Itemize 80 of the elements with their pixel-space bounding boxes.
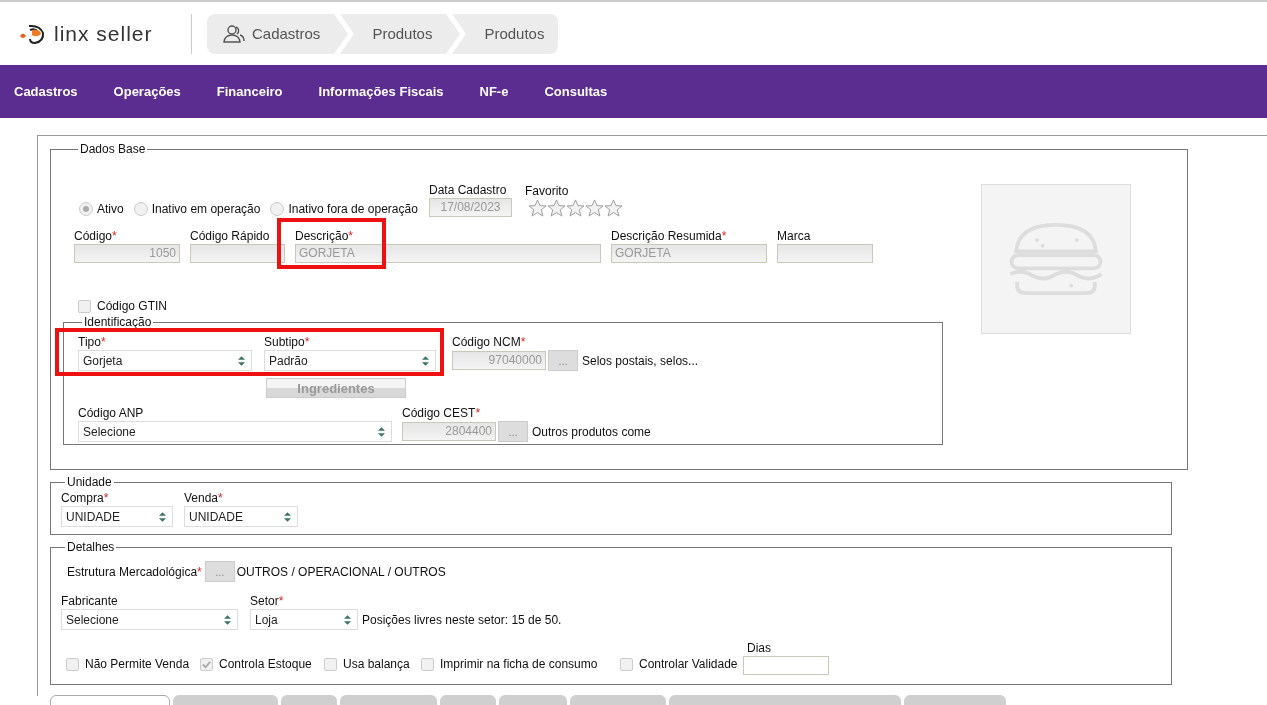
section-legend: Detalhes [65,540,117,554]
select-field[interactable]: UNIDADE [61,506,173,527]
checkbox[interactable] [200,657,213,671]
select-arrow-icon [284,511,291,522]
field-label: Marca [777,229,812,244]
menu-item[interactable]: Cadastros [14,84,78,99]
field-label: Código CEST* [402,406,482,421]
image-placeholder[interactable] [981,184,1131,334]
sector-note: Posições livres neste setor: 15 de 50. [362,612,562,627]
text-field[interactable] [743,656,829,675]
star-icon [585,199,604,217]
field-label: Descrição Resumida* [611,229,728,244]
field-label: Descrição* [295,229,355,244]
field-label: Código ANP [78,406,145,421]
menu-item[interactable]: Operações [113,84,181,99]
field-label: Favorito [525,184,570,199]
field-label: Código NCM* [452,335,527,350]
select-arrow-icon [344,614,351,625]
select-arrow-icon [378,426,385,437]
menu-item[interactable]: NF-e [479,84,509,99]
field-label: Subtipo* [264,335,311,350]
checkbox-label: Usa balança [343,657,410,671]
breadcrumb-link[interactable]: Produtos [468,25,559,42]
field-label: Compra* [61,491,110,506]
field-label: Venda* [184,491,224,506]
breadcrumb-link[interactable]: Cadastros [207,23,335,44]
radio-button[interactable] [270,202,285,216]
radio-label: Ativo [97,202,124,216]
select-field[interactable]: Selecione [78,421,392,442]
star-icon [547,199,566,217]
radio-button[interactable] [79,202,93,216]
star-icon [604,199,623,217]
star-rating[interactable] [528,199,623,217]
checkbox-label: Controla Estoque [219,657,312,671]
checkbox-label: Não Permite Venda [85,657,190,671]
text-field[interactable] [190,244,285,263]
radio-button[interactable] [133,202,148,216]
field-label: Tipo* [78,335,107,350]
select-field[interactable]: Gorjeta [78,350,252,371]
field-label: Setor* [250,594,285,609]
section-legend: Dados Base [78,142,148,156]
users-icon [222,23,246,44]
checkbox-label: Código GTIN [97,299,168,313]
lookup-description: Outros produtos come [532,424,651,439]
select-arrow-icon [238,355,245,366]
checkbox[interactable] [66,657,79,671]
select-field[interactable]: Padrão [264,350,436,371]
field-label: Fabricante [61,594,119,609]
radio-label: Inativo fora de operação [288,202,418,216]
burger-icon [1008,223,1104,295]
section-legend: Unidade [65,475,114,489]
select-field[interactable]: UNIDADE [184,506,298,527]
star-icon [528,199,547,217]
menu-item[interactable]: Financeiro [216,84,283,99]
text-field[interactable] [777,244,873,263]
checkbox[interactable] [620,657,633,671]
select-field[interactable]: Selecione [61,609,238,630]
field-label: Código Rápido [190,229,271,244]
select-arrow-icon [159,511,166,522]
select-field[interactable]: Loja [250,609,358,630]
checkbox-label: Controlar Validade [639,657,738,671]
star-icon [566,199,585,217]
select-arrow-icon [422,355,429,366]
checkbox[interactable] [78,299,91,313]
breadcrumb-link[interactable]: Produtos [356,25,447,42]
checkbox-label: Imprimir na ficha de consumo [440,657,598,671]
checkbox[interactable] [324,657,337,671]
category-path: OUTROS / OPERACIONAL / OUTROS [236,564,446,579]
field-label: Código* [74,229,118,244]
lookup-description: Selos postais, selos... [582,353,699,368]
field-label: Dias [747,641,772,656]
radio-label: Inativo em operação [151,202,261,216]
logo-text: linx seller [54,21,153,46]
menu-item[interactable]: Informações Fiscais [318,84,444,99]
menu-item[interactable]: Consultas [544,84,608,99]
section-legend: Identificação [82,315,154,329]
field-label: Estrutura Mercadológica* [67,564,202,579]
field-label: Data Cadastro [429,183,508,198]
select-arrow-icon [224,614,231,625]
checkbox[interactable] [421,657,434,671]
